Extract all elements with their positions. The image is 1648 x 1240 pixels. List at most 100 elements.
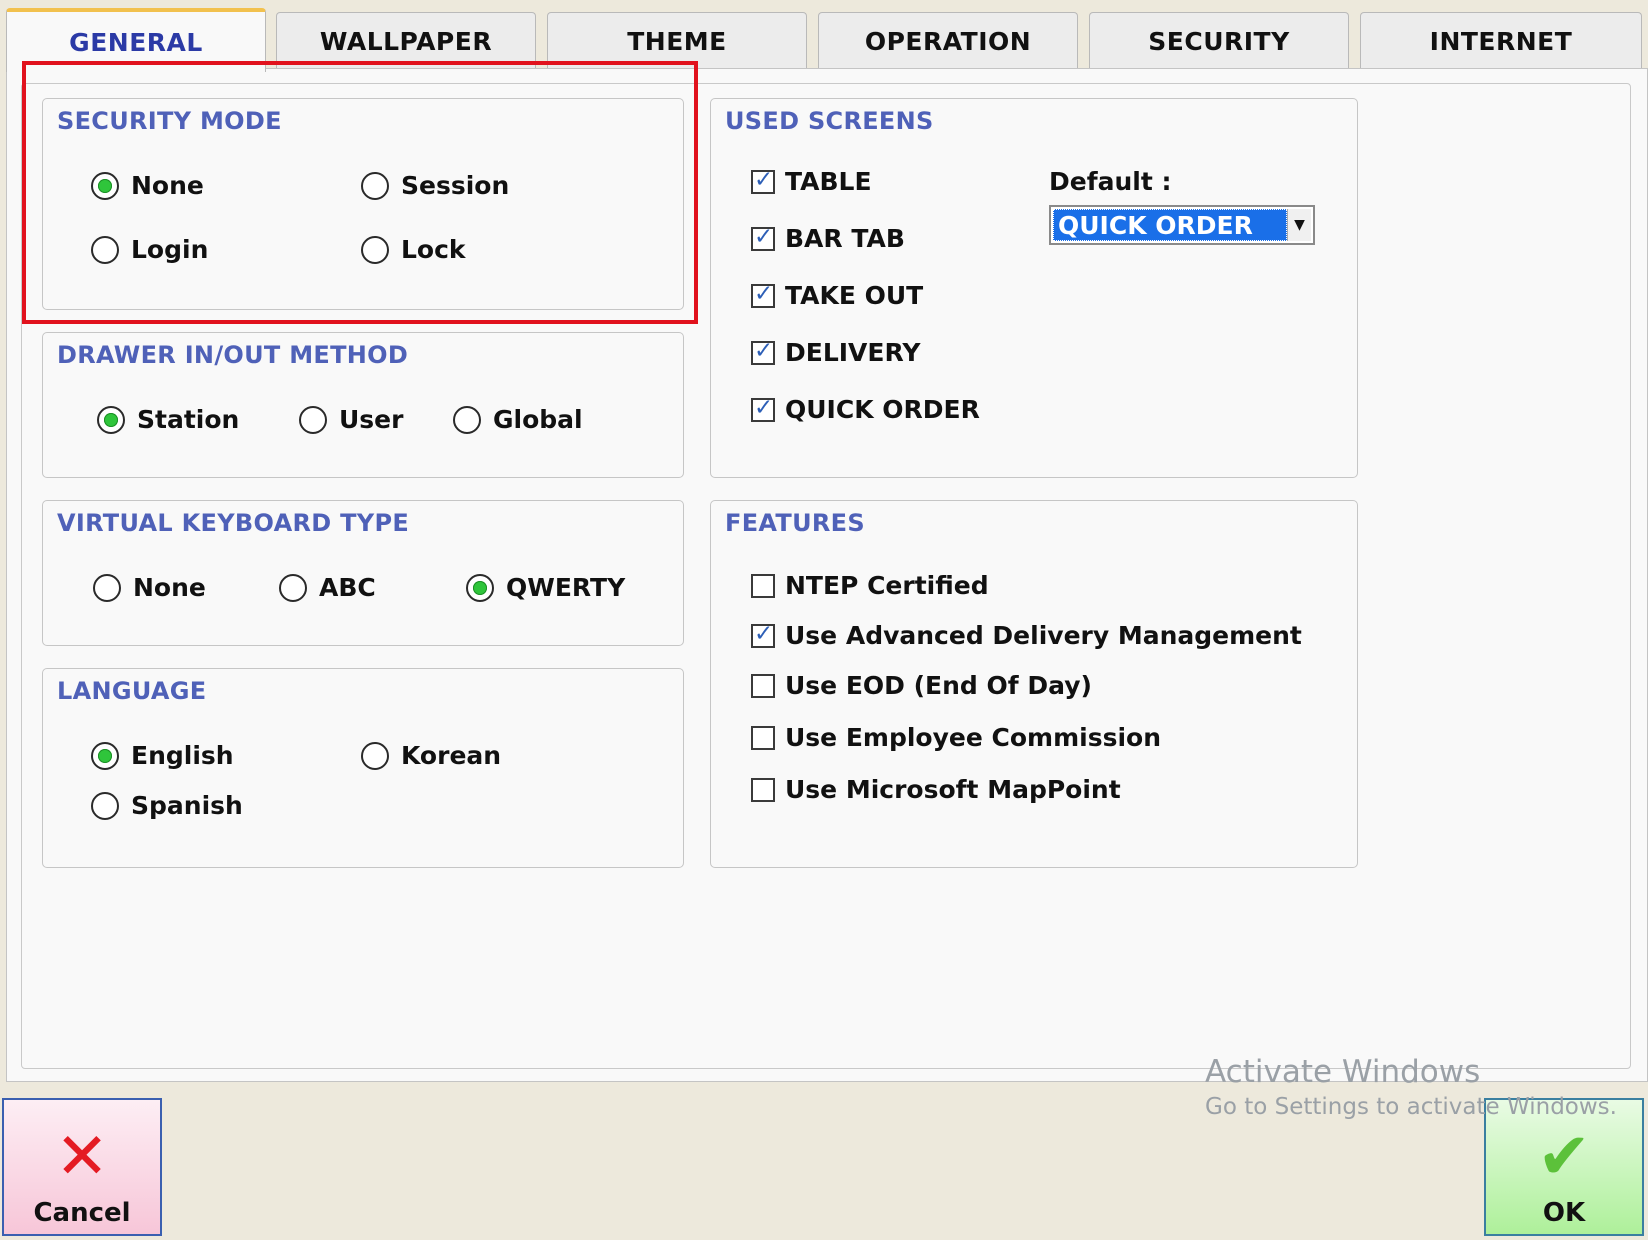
checkbox-label: TAKE OUT bbox=[785, 281, 924, 310]
radio-drawer-station[interactable]: Station bbox=[97, 405, 239, 434]
checkbox-checked-icon bbox=[751, 281, 775, 308]
checkbox-mappoint[interactable]: Use Microsoft MapPoint bbox=[751, 775, 1121, 804]
checkbox-label: NTEP Certified bbox=[785, 571, 989, 600]
checkbox-icon bbox=[751, 777, 775, 802]
radio-icon bbox=[361, 741, 389, 770]
default-screen-value: QUICK ORDER bbox=[1053, 209, 1287, 241]
checkbox-icon bbox=[751, 673, 775, 698]
checkbox-icon bbox=[751, 725, 775, 750]
language-title: LANGUAGE bbox=[57, 677, 207, 705]
tab-bar: GENERAL WALLPAPER THEME OPERATION SECURI… bbox=[6, 8, 1648, 72]
radio-keyboard-none[interactable]: None bbox=[93, 573, 206, 602]
radio-icon bbox=[361, 235, 389, 264]
default-screen-select[interactable]: QUICK ORDER ▼ bbox=[1049, 205, 1315, 245]
checkbox-employee-commission[interactable]: Use Employee Commission bbox=[751, 723, 1161, 752]
checkbox-checked-icon bbox=[751, 621, 775, 648]
radio-label: Global bbox=[493, 405, 583, 434]
checkbox-checked-icon bbox=[751, 338, 775, 365]
radio-security-session[interactable]: Session bbox=[361, 171, 509, 200]
used-screens-title: USED SCREENS bbox=[725, 107, 934, 135]
checkbox-icon bbox=[751, 573, 775, 598]
checkbox-screen-take-out[interactable]: TAKE OUT bbox=[751, 281, 923, 310]
radio-selected-icon bbox=[91, 171, 119, 200]
default-screen-label: Default : bbox=[1049, 167, 1172, 196]
checkbox-label: Use Advanced Delivery Management bbox=[785, 621, 1302, 650]
checkbox-screen-bar-tab[interactable]: BAR TAB bbox=[751, 224, 905, 253]
radio-label: Login bbox=[131, 235, 209, 264]
features-group: FEATURES NTEP Certified Use Advanced Del… bbox=[710, 500, 1358, 868]
checkbox-label: DELIVERY bbox=[785, 338, 921, 367]
keyboard-type-title: VIRTUAL KEYBOARD TYPE bbox=[57, 509, 410, 537]
radio-icon bbox=[93, 573, 121, 602]
used-screens-group: USED SCREENS TABLE BAR TAB TAKE OUT DELI… bbox=[710, 98, 1358, 478]
checkbox-screen-quick-order[interactable]: QUICK ORDER bbox=[751, 395, 980, 424]
radio-label: None bbox=[133, 573, 206, 602]
radio-icon bbox=[279, 573, 307, 602]
radio-drawer-user[interactable]: User bbox=[299, 405, 403, 434]
radio-label: English bbox=[131, 741, 234, 770]
checkbox-checked-icon bbox=[751, 167, 775, 194]
radio-selected-icon bbox=[91, 741, 119, 770]
radio-drawer-global[interactable]: Global bbox=[453, 405, 583, 434]
tab-theme[interactable]: THEME bbox=[547, 12, 807, 70]
tab-general[interactable]: GENERAL bbox=[6, 8, 266, 72]
security-mode-group: SECURITY MODE None Session Login Lock bbox=[42, 98, 684, 310]
tab-operation[interactable]: OPERATION bbox=[818, 12, 1078, 70]
cancel-label: Cancel bbox=[33, 1198, 131, 1228]
radio-language-spanish[interactable]: Spanish bbox=[91, 791, 243, 820]
radio-label: Lock bbox=[401, 235, 466, 264]
features-title: FEATURES bbox=[725, 509, 865, 537]
radio-label: Spanish bbox=[131, 791, 243, 820]
radio-language-korean[interactable]: Korean bbox=[361, 741, 501, 770]
checkbox-label: Use Employee Commission bbox=[785, 723, 1162, 752]
checkbox-label: BAR TAB bbox=[785, 224, 905, 253]
radio-icon bbox=[361, 171, 389, 200]
radio-label: Session bbox=[401, 171, 510, 200]
settings-content: SECURITY MODE None Session Login Lock DR… bbox=[21, 83, 1631, 1069]
radio-label: None bbox=[131, 171, 204, 200]
radio-icon bbox=[91, 791, 119, 820]
radio-security-lock[interactable]: Lock bbox=[361, 235, 466, 264]
checkbox-label: Use EOD (End Of Day) bbox=[785, 671, 1092, 700]
language-group: LANGUAGE English Korean Spanish bbox=[42, 668, 684, 868]
checkbox-advanced-delivery[interactable]: Use Advanced Delivery Management bbox=[751, 621, 1302, 650]
radio-selected-icon bbox=[466, 573, 494, 602]
radio-security-login[interactable]: Login bbox=[91, 235, 208, 264]
tab-wallpaper[interactable]: WALLPAPER bbox=[276, 12, 536, 70]
checkbox-ntep-certified[interactable]: NTEP Certified bbox=[751, 571, 989, 600]
activate-windows-title: Activate Windows bbox=[1205, 1054, 1481, 1090]
checkbox-screen-table[interactable]: TABLE bbox=[751, 167, 872, 196]
checkbox-checked-icon bbox=[751, 224, 775, 251]
chevron-down-icon[interactable]: ▼ bbox=[1287, 209, 1311, 241]
radio-security-none[interactable]: None bbox=[91, 171, 204, 200]
tab-internet[interactable]: INTERNET bbox=[1360, 12, 1642, 70]
checkmark-icon: ✔ bbox=[1537, 1120, 1591, 1194]
checkbox-label: QUICK ORDER bbox=[785, 395, 980, 424]
radio-icon bbox=[299, 405, 327, 434]
close-icon: ✕ bbox=[55, 1120, 109, 1194]
ok-label: OK bbox=[1542, 1198, 1586, 1228]
drawer-method-group: DRAWER IN/OUT METHOD Station User Global bbox=[42, 332, 684, 478]
security-mode-title: SECURITY MODE bbox=[57, 107, 282, 135]
radio-label: Station bbox=[137, 405, 240, 434]
radio-selected-icon bbox=[97, 405, 125, 434]
radio-label: User bbox=[339, 405, 404, 434]
drawer-method-title: DRAWER IN/OUT METHOD bbox=[57, 341, 409, 369]
tab-security[interactable]: SECURITY bbox=[1089, 12, 1349, 70]
radio-icon bbox=[91, 235, 119, 264]
radio-keyboard-qwerty[interactable]: QWERTY bbox=[466, 573, 625, 602]
checkbox-label: Use Microsoft MapPoint bbox=[785, 775, 1121, 804]
checkbox-eod[interactable]: Use EOD (End Of Day) bbox=[751, 671, 1092, 700]
radio-keyboard-abc[interactable]: ABC bbox=[279, 573, 376, 602]
activate-windows-subtitle: Go to Settings to activate Windows. bbox=[1205, 1094, 1617, 1120]
cancel-button[interactable]: ✕ Cancel bbox=[2, 1098, 162, 1236]
radio-label: ABC bbox=[319, 573, 376, 602]
radio-label: Korean bbox=[401, 741, 502, 770]
checkbox-label: TABLE bbox=[785, 167, 872, 196]
checkbox-checked-icon bbox=[751, 395, 775, 422]
radio-icon bbox=[453, 405, 481, 434]
keyboard-type-group: VIRTUAL KEYBOARD TYPE None ABC QWERTY bbox=[42, 500, 684, 646]
checkbox-screen-delivery[interactable]: DELIVERY bbox=[751, 338, 920, 367]
settings-panel: SECURITY MODE None Session Login Lock DR… bbox=[6, 68, 1648, 1082]
radio-language-english[interactable]: English bbox=[91, 741, 234, 770]
